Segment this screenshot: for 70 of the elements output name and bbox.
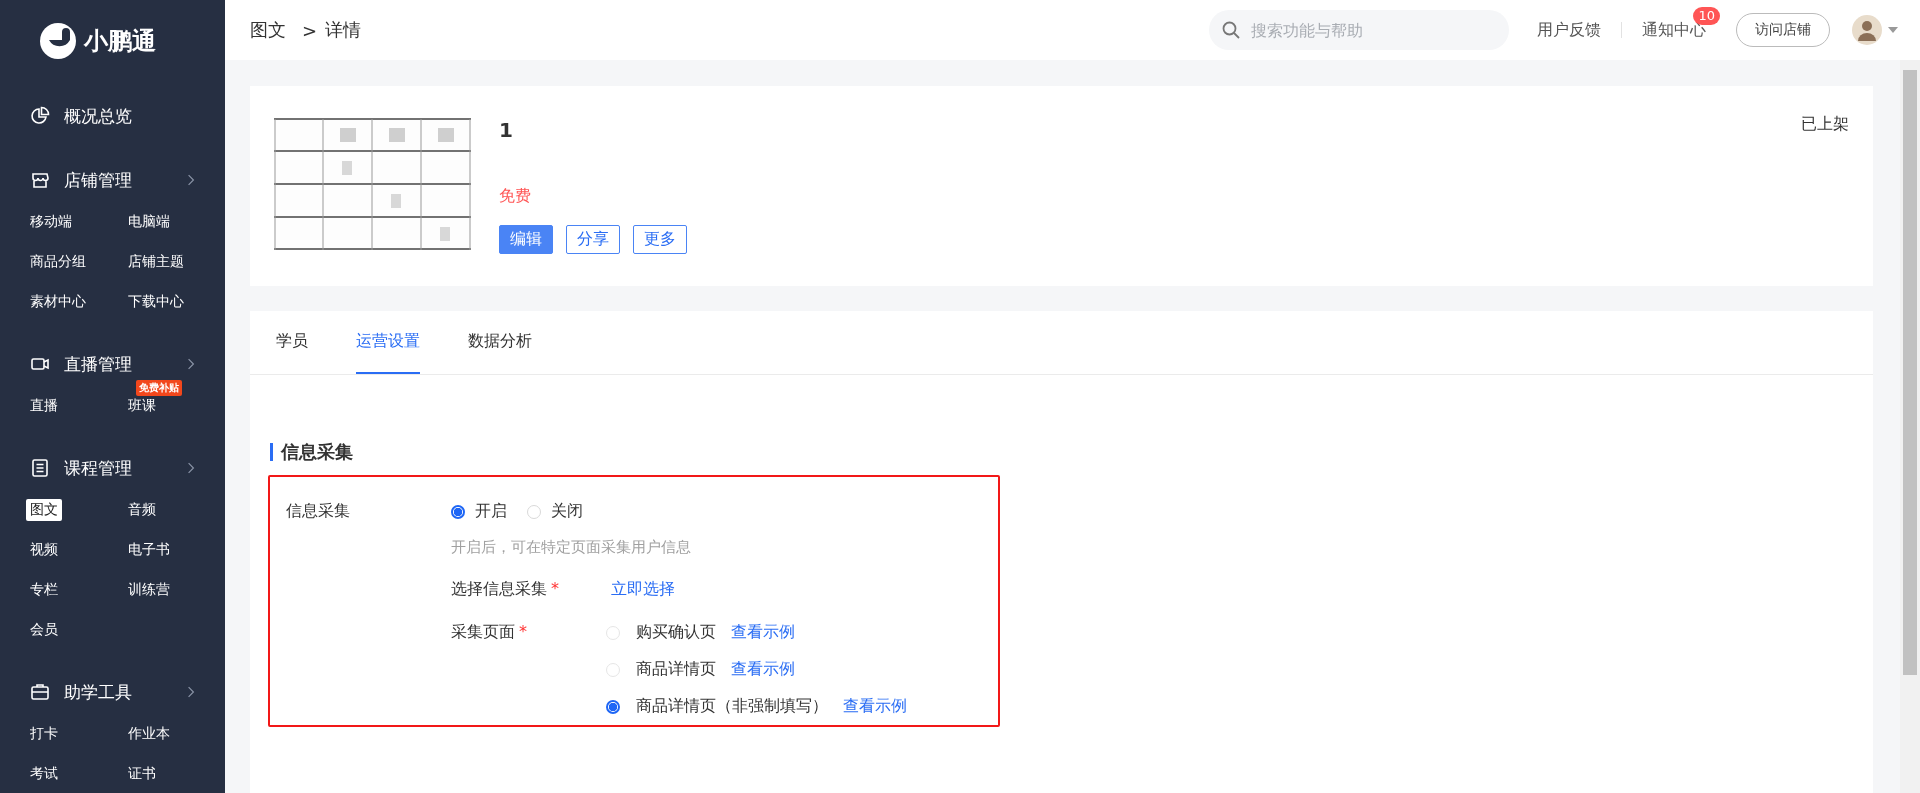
promo-badge: 免费补贴 <box>136 380 182 396</box>
sidebar-item[interactable]: 打卡 <box>26 723 62 745</box>
product-title: 1 <box>499 118 514 142</box>
radio-option[interactable]: 关闭 <box>527 501 583 522</box>
chevron-right-icon <box>187 357 195 371</box>
search-field[interactable]: 搜索功能与帮助 <box>1209 10 1509 50</box>
sidebar-item[interactable]: 班课 <box>124 395 160 417</box>
scrollbar[interactable] <box>1900 60 1920 793</box>
sidebar-item[interactable]: 视频 <box>26 539 62 561</box>
sidebar-item[interactable]: 证书 <box>124 763 160 785</box>
caret-down-icon[interactable] <box>1888 27 1898 33</box>
sidebar-item[interactable]: 音频 <box>124 499 160 521</box>
sidebar-item[interactable]: 商品分组 <box>26 251 90 273</box>
feedback-link[interactable]: 用户反馈 <box>1537 19 1601 41</box>
price-label: 免费 <box>499 186 532 207</box>
sidebar-item[interactable]: 会员 <box>26 619 62 641</box>
tab[interactable]: 学员 <box>276 311 308 374</box>
sidebar-item[interactable]: 作业本 <box>124 723 174 745</box>
sidebar-group-header[interactable]: 概况总览 <box>30 94 195 138</box>
radio-option[interactable]: 购买确认页 <box>606 622 716 643</box>
sidebar-group-header[interactable]: 店铺管理 <box>30 158 195 202</box>
chevron-right-icon <box>187 461 195 475</box>
chevron-right-icon <box>187 685 195 699</box>
section-title: 信息采集 <box>270 443 1847 461</box>
tab[interactable]: 数据分析 <box>468 311 532 374</box>
sidebar-item[interactable]: 素材中心 <box>26 291 90 313</box>
sidebar-item[interactable]: 电子书 <box>124 539 174 561</box>
store-icon <box>30 170 50 190</box>
example-link[interactable]: 查看示例 <box>731 622 795 643</box>
briefcase-icon <box>30 682 50 702</box>
breadcrumb-item: 详情 <box>325 18 362 42</box>
example-link[interactable]: 查看示例 <box>843 696 907 717</box>
field-label: 采集页面 <box>451 622 515 641</box>
chevron-right-icon <box>187 173 195 187</box>
pie-chart-icon <box>30 106 50 126</box>
breadcrumb-separator: > <box>302 19 318 41</box>
sidebar-group-header[interactable]: 课程管理 <box>30 446 195 490</box>
radio-option[interactable]: 开启 <box>451 501 507 522</box>
sidebar-item[interactable]: 训练营 <box>124 579 174 601</box>
tab[interactable]: 运营设置 <box>356 311 420 374</box>
sidebar-item[interactable]: 店铺主题 <box>124 251 188 273</box>
status-label: 已上架 <box>1801 114 1849 135</box>
action-button[interactable]: 分享 <box>566 225 620 254</box>
search-icon <box>1221 20 1241 40</box>
visit-store-button[interactable]: 访问店铺 <box>1736 13 1830 47</box>
required-mark: * <box>519 622 527 641</box>
action-button[interactable]: 编辑 <box>499 225 553 254</box>
required-mark: * <box>551 579 559 598</box>
notification-count-badge: 10 <box>1693 6 1720 25</box>
sidebar-item[interactable]: 直播 <box>26 395 62 417</box>
example-link[interactable]: 查看示例 <box>731 659 795 680</box>
logo-icon <box>40 23 76 59</box>
hint-text: 开启后，可在特定页面采集用户信息 <box>451 538 692 557</box>
breadcrumb-item[interactable]: 图文 <box>250 18 286 42</box>
logo-text: 小鹏通 <box>84 26 156 57</box>
sidebar-item[interactable]: 图文 <box>26 499 62 521</box>
sidebar-item[interactable]: 电脑端 <box>124 211 174 233</box>
sidebar-group-header[interactable]: 助学工具 <box>30 670 195 714</box>
sidebar-item[interactable]: 移动端 <box>26 211 76 233</box>
book-icon <box>30 458 50 478</box>
field-label: 信息采集 <box>286 501 351 522</box>
field-label: 选择信息采集 <box>451 579 547 598</box>
sidebar-item[interactable]: 考试 <box>26 763 62 785</box>
sidebar-item[interactable]: 专栏 <box>26 579 62 601</box>
select-link[interactable]: 立即选择 <box>611 579 675 600</box>
radio-option[interactable]: 商品详情页（非强制填写） <box>606 696 828 717</box>
radio-option[interactable]: 商品详情页 <box>606 659 716 680</box>
sidebar-item[interactable]: 下载中心 <box>124 291 188 313</box>
avatar-icon[interactable] <box>1852 15 1882 45</box>
action-button[interactable]: 更多 <box>633 225 687 254</box>
